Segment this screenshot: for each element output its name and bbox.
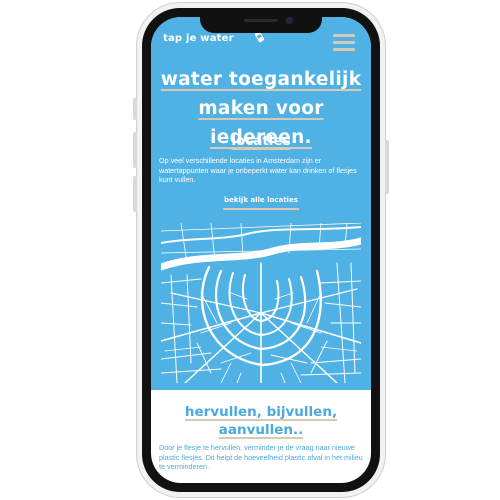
speaker-grille	[244, 19, 278, 22]
phone-notch	[200, 17, 322, 33]
hero-title-line1: water toegankelijk	[160, 69, 362, 90]
link-underline	[223, 208, 299, 210]
hamburger-menu-icon[interactable]	[333, 31, 355, 53]
locations-heading: locaties	[151, 133, 371, 149]
refill-heading-line2: aanvullen..	[218, 422, 304, 438]
locations-heading-text: locaties	[231, 133, 291, 149]
refill-heading: hervullen, bijvullen, aanvullen..	[151, 403, 371, 439]
phone-power-button	[385, 140, 389, 194]
phone-volume-up-button	[133, 132, 137, 168]
front-camera	[286, 17, 293, 24]
refill-text: Door je flesje te hervullen, verminder j…	[159, 443, 363, 472]
hero-section: tap je water water toegankelijk maken vo…	[151, 17, 371, 390]
refill-heading-line1: hervullen, bijvullen,	[184, 404, 338, 420]
view-all-locations-link[interactable]: bekijk alle locaties	[151, 196, 371, 210]
site-logo[interactable]: tap je water	[163, 33, 234, 44]
city-street-map	[161, 223, 361, 383]
phone-screen: tap je water water toegankelijk maken vo…	[151, 17, 371, 483]
phone-volume-down-button	[133, 176, 137, 212]
locations-intro-text: Op veel verschillende locaties in Amster…	[159, 156, 357, 185]
phone-mute-button	[133, 98, 137, 120]
view-all-locations-label: bekijk alle locaties	[224, 196, 298, 204]
